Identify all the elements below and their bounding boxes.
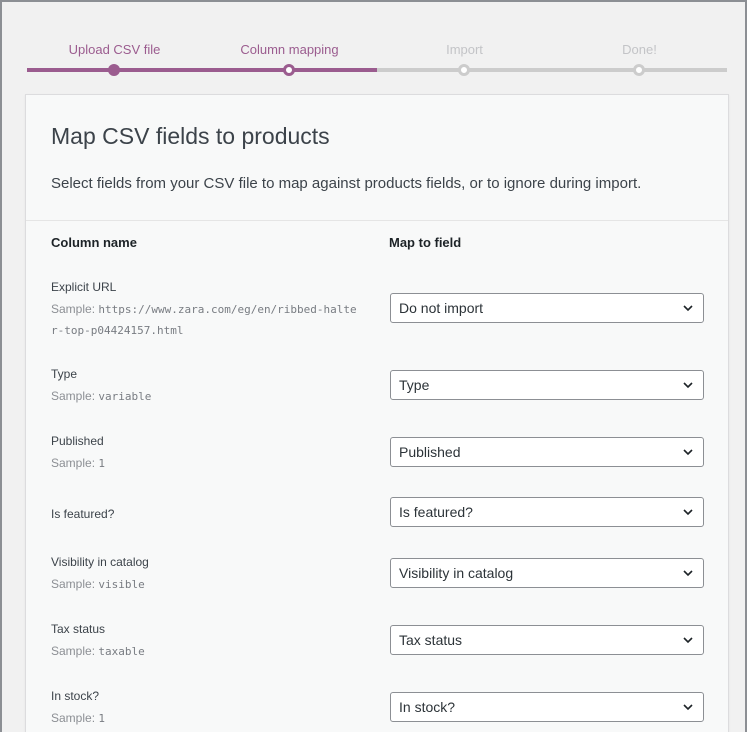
chevron-down-icon — [683, 305, 693, 312]
step-upload-csv: Upload CSV file — [68, 42, 161, 57]
page-description: Select fields from your CSV file to map … — [51, 175, 642, 192]
column-name: Visibility in catalog — [51, 555, 149, 569]
column-sample: Sample: 1 — [51, 456, 105, 470]
mapping-card: Map CSV fields to products Select fields… — [25, 94, 729, 732]
column-name: Tax status — [51, 622, 106, 636]
map-to-field-select[interactable]: Published — [390, 437, 704, 467]
step-column-mapping: Column mapping — [240, 42, 339, 57]
progress-track-remaining — [377, 68, 727, 72]
map-to-field-select[interactable]: Visibility in catalog — [390, 558, 704, 588]
header-divider — [26, 220, 728, 221]
page-title: Map CSV fields to products — [51, 123, 330, 149]
window-frame: Upload CSV file Column mapping Import Do… — [0, 0, 747, 732]
chevron-down-icon — [683, 637, 693, 644]
map-to-field-header: Map to field — [389, 235, 462, 250]
chevron-down-icon — [683, 704, 693, 711]
map-to-field-select[interactable]: In stock? — [390, 692, 704, 722]
step-dot-upload — [108, 64, 120, 76]
chevron-down-icon — [683, 570, 693, 577]
progress-steps: Upload CSV file Column mapping Import Do… — [27, 2, 727, 92]
column-name: Published — [51, 434, 104, 448]
step-dot-mapping — [283, 64, 295, 76]
map-to-field-select[interactable]: Type — [390, 370, 704, 400]
step-dot-done — [633, 64, 645, 76]
step-import: Import — [446, 42, 483, 57]
column-sample: Sample: visible — [51, 577, 145, 591]
map-to-field-select[interactable]: Tax status — [390, 625, 704, 655]
chevron-down-icon — [683, 449, 693, 456]
column-sample: Sample: 1 — [51, 711, 105, 725]
column-sample: Sample: taxable — [51, 644, 145, 658]
column-name: Type — [51, 367, 78, 381]
map-to-field-select[interactable]: Is featured? — [390, 497, 704, 527]
chevron-down-icon — [683, 382, 693, 389]
step-done: Done! — [622, 42, 657, 57]
column-sample: Sample: variable — [51, 389, 152, 403]
map-to-field-select[interactable]: Do not import — [390, 293, 704, 323]
column-name: Explicit URL — [51, 280, 117, 294]
step-dot-import — [458, 64, 470, 76]
column-sample: Sample: https://www.zara.com/eg/en/ribbe… — [51, 302, 357, 337]
progress-track-complete — [27, 68, 377, 72]
column-name: In stock? — [51, 689, 100, 703]
column-name-header: Column name — [51, 235, 137, 250]
column-name: Is featured? — [51, 507, 115, 521]
chevron-down-icon — [683, 509, 693, 516]
